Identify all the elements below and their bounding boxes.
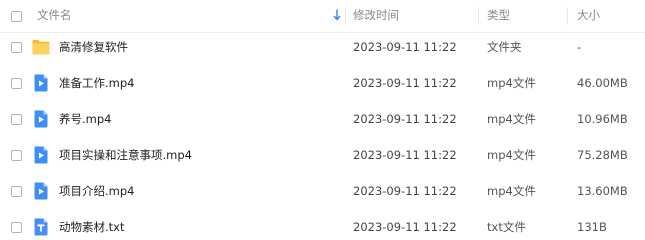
video-file-icon [34,182,48,200]
video-file-icon [34,110,48,128]
file-modified-time: 2023-09-11 11:22 [353,76,457,90]
file-type: txt文件 [487,220,526,234]
row-checkbox[interactable] [11,42,22,53]
row-checkbox[interactable] [11,150,22,161]
file-type: mp4文件 [487,148,536,162]
select-all-checkbox[interactable] [11,11,22,22]
video-file-icon [34,74,48,92]
file-row[interactable]: 项目实操和注意事项.mp4 2023-09-11 11:22 mp4文件 75.… [0,137,645,173]
video-file-icon [34,146,48,164]
file-size: - [577,40,582,54]
file-size: 46.00MB [577,76,628,90]
file-name[interactable]: 动物素材.txt [59,220,124,235]
file-row[interactable]: 养号.mp4 2023-09-11 11:22 mp4文件 10.96MB [0,101,645,137]
file-size: 131B [577,220,607,234]
file-modified-time: 2023-09-11 11:22 [353,148,457,162]
file-row[interactable]: 准备工作.mp4 2023-09-11 11:22 mp4文件 46.00MB [0,65,645,101]
file-type: mp4文件 [487,112,536,126]
column-header-name[interactable]: 文件名 [37,8,72,23]
text-file-icon [34,218,48,236]
file-name[interactable]: 准备工作.mp4 [59,76,134,91]
file-modified-time: 2023-09-11 11:22 [353,112,457,126]
file-row[interactable]: 动物素材.txt 2023-09-11 11:22 txt文件 131B [0,209,645,240]
file-name[interactable]: 养号.mp4 [59,112,111,127]
file-name[interactable]: 高清修复软件 [59,40,128,55]
file-modified-time: 2023-09-11 11:22 [353,220,457,234]
column-header-type[interactable]: 类型 [487,8,510,23]
file-name[interactable]: 项目介绍.mp4 [59,184,134,199]
file-type: mp4文件 [487,76,536,90]
row-checkbox[interactable] [11,114,22,125]
file-row[interactable]: 项目介绍.mp4 2023-09-11 11:22 mp4文件 13.60MB [0,173,645,209]
sort-descending-icon[interactable] [333,9,341,21]
file-list: 文件名 修改时间 类型 大小 高清修复软件 2023-09-11 11:22 文… [0,0,645,240]
file-row[interactable]: 高清修复软件 2023-09-11 11:22 文件夹 - [0,29,645,65]
file-type: 文件夹 [487,40,522,54]
row-checkbox[interactable] [11,78,22,89]
file-modified-time: 2023-09-11 11:22 [353,40,457,54]
file-size: 10.96MB [577,112,628,126]
row-checkbox[interactable] [11,222,22,233]
folder-icon [32,40,50,55]
column-divider[interactable] [567,7,568,25]
file-size: 75.28MB [577,148,628,162]
column-divider[interactable] [478,7,479,25]
row-checkbox[interactable] [11,186,22,197]
file-size: 13.60MB [577,184,628,198]
column-divider[interactable] [345,7,346,25]
column-header-modified[interactable]: 修改时间 [353,8,399,23]
file-type: mp4文件 [487,184,536,198]
column-header-size[interactable]: 大小 [577,8,600,23]
file-name[interactable]: 项目实操和注意事项.mp4 [59,148,192,163]
file-modified-time: 2023-09-11 11:22 [353,184,457,198]
